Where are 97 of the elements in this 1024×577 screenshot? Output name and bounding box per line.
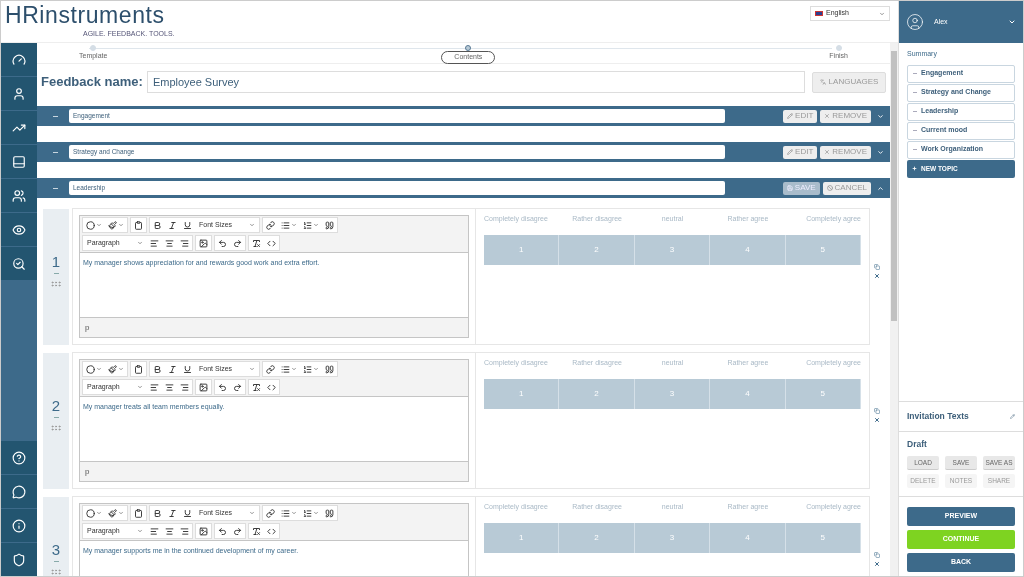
code-icon[interactable] (267, 526, 276, 536)
question-number: 1 (51, 254, 61, 269)
logo: HRinstruments (5, 1, 166, 29)
clear-format-icon[interactable] (252, 526, 261, 536)
delete-icon[interactable] (874, 273, 880, 279)
nav-button[interactable] (1, 213, 37, 247)
bullet-list-icon[interactable] (281, 508, 290, 518)
image-icon[interactable] (199, 382, 208, 392)
dash-icon (913, 73, 917, 74)
avatar-icon (906, 13, 924, 31)
undo-icon[interactable] (218, 238, 227, 248)
code-icon[interactable] (267, 238, 276, 248)
delete-icon[interactable] (874, 561, 880, 567)
clipboard-icon[interactable] (134, 508, 143, 518)
clipboard-icon[interactable] (134, 364, 143, 374)
translate-icon (819, 79, 826, 85)
brush-icon[interactable] (108, 364, 117, 374)
dash-icon (53, 561, 59, 562)
nav-button[interactable] (1, 440, 37, 474)
nav-button[interactable] (1, 145, 37, 179)
info-icon (12, 518, 26, 533)
clear-format-icon[interactable] (252, 382, 261, 392)
dash-icon (913, 111, 917, 112)
eye-icon (12, 222, 26, 237)
nav-button[interactable] (1, 508, 37, 542)
cancel-icon (826, 185, 833, 191)
link-icon[interactable] (266, 220, 275, 230)
brush-icon[interactable] (108, 220, 117, 230)
undo-icon[interactable] (218, 526, 227, 536)
dash-icon (913, 130, 917, 131)
search-icon (12, 256, 26, 271)
quote-icon[interactable] (325, 364, 334, 374)
user-icon (12, 86, 26, 101)
field-label: Feedback name: (41, 73, 143, 92)
quote-icon[interactable] (325, 508, 334, 518)
drag-handle-icon[interactable] (50, 278, 62, 290)
question-number: 3 (51, 542, 61, 557)
numbered-list-icon[interactable] (303, 220, 312, 230)
question-number: 2 (51, 398, 61, 413)
pencil-icon (787, 149, 794, 155)
circle-icon[interactable] (86, 220, 95, 230)
flag-icon (815, 11, 823, 16)
caret-icon[interactable] (877, 184, 884, 192)
dropdown-caret-icon (879, 10, 885, 17)
redo-icon[interactable] (233, 382, 242, 392)
circle-icon[interactable] (86, 364, 95, 374)
dash-icon (53, 273, 59, 274)
circle-icon[interactable] (86, 508, 95, 518)
delete-icon[interactable] (874, 417, 880, 423)
gauge-icon (12, 52, 26, 67)
nav-button[interactable] (1, 542, 37, 576)
clear-format-icon[interactable] (252, 238, 261, 248)
caret-icon[interactable] (877, 112, 884, 120)
drag-handle-icon[interactable] (50, 566, 62, 576)
bullet-list-icon[interactable] (281, 220, 290, 230)
dash-icon (913, 92, 917, 93)
caret-icon[interactable] (877, 148, 884, 156)
nav-button[interactable] (1, 179, 37, 213)
code-icon[interactable] (267, 382, 276, 392)
close-icon (824, 149, 831, 155)
undo-icon[interactable] (218, 382, 227, 392)
section-title: Invitation Texts (907, 410, 969, 424)
panel-icon (12, 154, 26, 169)
nav-button[interactable] (1, 111, 37, 145)
dash-icon (913, 149, 917, 150)
numbered-list-icon[interactable] (303, 364, 312, 374)
pencil-icon (787, 113, 794, 119)
brush-icon[interactable] (108, 508, 117, 518)
section-title: Draft (907, 438, 928, 451)
clipboard-icon[interactable] (134, 220, 143, 230)
scrollbar[interactable] (890, 43, 898, 576)
link-icon[interactable] (266, 508, 275, 518)
nav-button[interactable] (1, 43, 37, 77)
redo-icon[interactable] (233, 238, 242, 248)
close-icon (824, 113, 831, 119)
chat-icon (12, 484, 26, 499)
element-path: p (85, 465, 90, 478)
link-icon[interactable] (266, 364, 275, 374)
bullet-list-icon[interactable] (281, 364, 290, 374)
save-icon (786, 185, 793, 191)
nav-button[interactable] (1, 474, 37, 508)
chevron-icon (1008, 18, 1016, 26)
users-icon (12, 188, 26, 203)
image-icon[interactable] (199, 238, 208, 248)
nav-button[interactable] (1, 247, 37, 281)
element-path: p (85, 321, 90, 334)
dash-icon (53, 417, 59, 418)
redo-icon[interactable] (233, 526, 242, 536)
shield-icon (12, 552, 26, 567)
plus-icon (912, 166, 917, 171)
feedback-name-field[interactable]: Employee Survey (146, 71, 805, 93)
drag-handle-icon[interactable] (50, 422, 62, 434)
image-icon[interactable] (199, 526, 208, 536)
quote-icon[interactable] (325, 220, 334, 230)
help-icon (12, 450, 26, 465)
numbered-list-icon[interactable] (303, 508, 312, 518)
nav-button[interactable] (1, 77, 37, 111)
